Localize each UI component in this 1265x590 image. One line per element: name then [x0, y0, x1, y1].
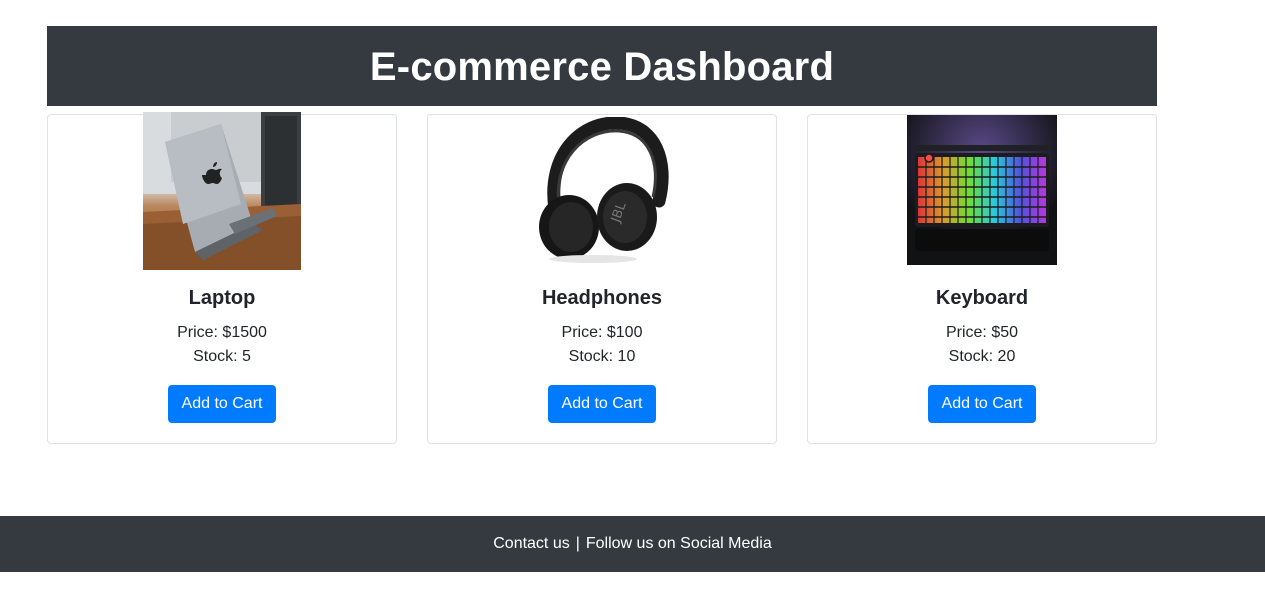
product-stock: Stock: 20	[948, 348, 1016, 365]
headphones-image: JBL	[533, 117, 671, 265]
header-banner: E-commerce Dashboard	[47, 26, 1157, 106]
product-price: Price: $100	[561, 324, 643, 341]
product-card-headphones: JBL Headphones Price: $100 Stock: 10 Add…	[427, 114, 777, 444]
keyboard-image	[907, 115, 1057, 265]
product-name: Laptop	[188, 287, 256, 309]
product-price: Price: $1500	[177, 324, 267, 341]
keyboard-illustration	[907, 115, 1057, 265]
social-media-link[interactable]: Follow us on Social Media	[583, 535, 775, 553]
headphones-illustration: JBL	[539, 117, 669, 263]
product-stock: Stock: 10	[568, 348, 636, 365]
product-name: Headphones	[541, 287, 663, 309]
product-grid: Laptop Price: $1500 Stock: 5 Add to Cart…	[47, 112, 1157, 444]
laptop-illustration	[143, 112, 301, 270]
product-name: Keyboard	[935, 287, 1029, 309]
product-card-keyboard: Keyboard Price: $50 Stock: 20 Add to Car…	[807, 114, 1157, 444]
add-to-cart-button[interactable]: Add to Cart	[548, 385, 656, 423]
product-card-laptop: Laptop Price: $1500 Stock: 5 Add to Cart	[47, 112, 397, 444]
add-to-cart-button[interactable]: Add to Cart	[928, 385, 1036, 423]
product-price: Price: $50	[945, 324, 1019, 341]
page-title: E-commerce Dashboard	[369, 44, 835, 89]
footer-separator: |	[575, 535, 580, 552]
laptop-image	[143, 112, 301, 270]
add-to-cart-button[interactable]: Add to Cart	[168, 385, 276, 423]
footer: Contact us | Follow us on Social Media	[0, 516, 1265, 572]
page: E-commerce Dashboard Laptop Price: $1500…	[0, 0, 1265, 590]
product-stock: Stock: 5	[193, 348, 251, 365]
contact-us-link[interactable]: Contact us	[490, 535, 572, 553]
